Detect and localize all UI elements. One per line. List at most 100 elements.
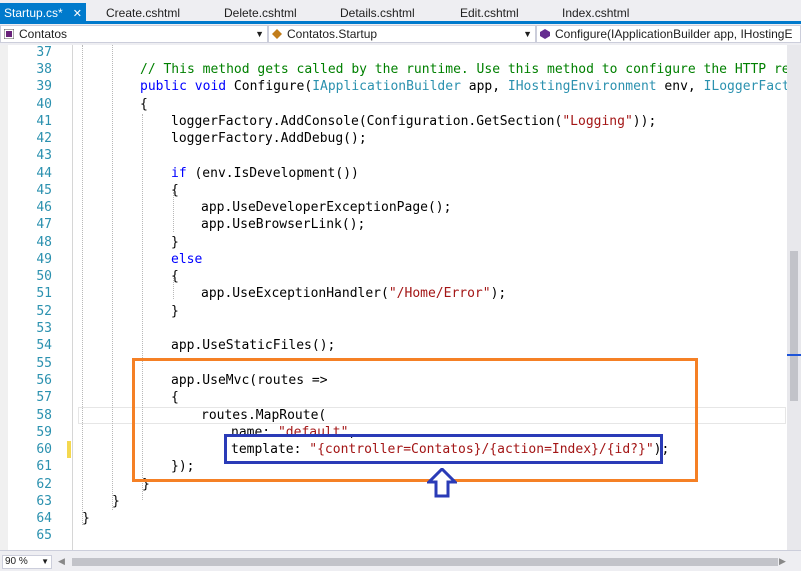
method-icon: [540, 29, 550, 39]
code-token: "/Home/Error": [388, 286, 491, 301]
zoom-dropdown[interactable]: 90 % ▼: [2, 555, 52, 569]
line-number: 41: [36, 114, 52, 129]
scroll-right-icon[interactable]: ▶: [779, 556, 786, 567]
close-icon[interactable]: ✕: [73, 4, 82, 25]
line-number: 39: [36, 79, 52, 94]
code-token: ILoggerFactory: [703, 79, 787, 94]
member-dropdown[interactable]: Configure(IApplicationBuilder app, IHost…: [536, 25, 801, 43]
line-number: 40: [36, 97, 52, 112]
chevron-down-icon: ▼: [41, 557, 49, 566]
code-token: {: [140, 97, 148, 112]
caret-position-marker: [787, 354, 801, 356]
line-number: 56: [36, 373, 52, 388]
code-line: 40 {: [0, 96, 787, 113]
code-text: }: [82, 510, 90, 527]
tab-details-cshtml[interactable]: Details.cshtml: [340, 5, 415, 21]
line-number: 53: [36, 321, 52, 336]
code-text: app.UseBrowserLink();: [201, 216, 365, 233]
horizontal-scrollbar-thumb[interactable]: [72, 558, 778, 566]
line-number: 64: [36, 511, 52, 526]
line-number: 51: [36, 286, 52, 301]
code-line: 43: [0, 147, 787, 164]
line-number: 42: [36, 131, 52, 146]
code-text: if (env.IsDevelopment()): [171, 165, 359, 182]
line-number: 60: [36, 442, 52, 457]
code-token: public: [140, 79, 187, 94]
code-text: app.UseStaticFiles();: [171, 337, 335, 354]
code-token: app,: [460, 79, 508, 94]
blue-highlight-box: [224, 434, 663, 464]
code-token: "Logging": [562, 114, 633, 129]
code-token: loggerFactory.AddConsole(Configuration.G…: [171, 114, 563, 129]
code-text: }: [171, 303, 179, 320]
tab-create-cshtml[interactable]: Create.cshtml: [106, 5, 180, 21]
code-token: (env.IsDevelopment()): [186, 166, 359, 181]
chevron-down-icon: ▼: [255, 29, 264, 39]
line-number: 46: [36, 200, 52, 215]
code-text: else: [171, 251, 202, 268]
code-text: {: [171, 268, 179, 285]
code-text: }: [112, 493, 120, 510]
scrollbar-thumb[interactable]: [790, 251, 798, 401]
code-line: 41 loggerFactory.AddConsole(Configuration…: [0, 113, 787, 130]
code-token: {: [171, 269, 179, 284]
code-token: void: [194, 79, 227, 94]
class-dropdown[interactable]: Contatos.Startup ▼: [268, 25, 536, 43]
code-text: loggerFactory.AddConsole(Configuration.G…: [171, 113, 656, 130]
code-text: public void Configure(IApplicationBuilde…: [140, 78, 787, 95]
code-line: 63}: [0, 493, 787, 510]
code-token: app.UseDeveloperExceptionPage();: [201, 200, 452, 215]
code-line: 48}: [0, 234, 787, 251]
code-token: {: [171, 183, 179, 198]
code-line: 49 else: [0, 251, 787, 268]
class-name: Contatos.Startup: [287, 27, 378, 41]
code-line: 64}: [0, 510, 787, 527]
code-token: }: [82, 511, 90, 526]
line-number: 43: [36, 148, 52, 163]
line-number: 52: [36, 304, 52, 319]
code-token: IHostingEnvironment: [507, 79, 657, 94]
line-number: 59: [36, 425, 52, 440]
tab-label: Details.cshtml: [340, 6, 415, 20]
line-number: 48: [36, 235, 52, 250]
code-token: }: [171, 235, 179, 250]
member-name: Configure(IApplicationBuilder app, IHost…: [555, 27, 793, 41]
code-text: }: [171, 234, 179, 251]
tab-edit-cshtml[interactable]: Edit.cshtml: [460, 5, 519, 21]
code-line: 44 if (env.IsDevelopment()): [0, 165, 787, 182]
horizontal-scrollbar-area: 90 % ▼ ◀ ▶: [0, 550, 801, 571]
tab-startup-cs[interactable]: Startup.cs* ✕: [0, 3, 86, 24]
code-line: 42 loggerFactory.AddDebug();: [0, 130, 787, 147]
navigation-bar: Contatos ▼ Contatos.Startup ▼ Configure(…: [0, 24, 801, 46]
code-line: 47 app.UseBrowserLink();: [0, 216, 787, 233]
tab-label: Create.cshtml: [106, 6, 181, 20]
line-number: 38: [36, 62, 52, 77]
line-number: 54: [36, 338, 52, 353]
code-line: 50 {: [0, 268, 787, 285]
code-line: 65: [0, 527, 787, 544]
tab-delete-cshtml[interactable]: Delete.cshtml: [224, 5, 297, 21]
line-number: 62: [36, 477, 52, 492]
document-tab-strip: Startup.cs* ✕ Create.cshtml Delete.cshtml…: [0, 0, 801, 24]
code-token: );: [490, 286, 507, 301]
code-token: Configure(: [226, 79, 313, 94]
scroll-left-icon[interactable]: ◀: [58, 556, 65, 567]
line-number: 63: [36, 494, 52, 509]
tab-index-cshtml[interactable]: Index.cshtml: [562, 5, 629, 21]
code-token: app.UseBrowserLink();: [201, 217, 366, 232]
code-text: app.UseDeveloperExceptionPage();: [201, 199, 451, 216]
code-line: 37: [0, 45, 787, 61]
code-token: if: [171, 166, 187, 181]
project-dropdown[interactable]: Contatos ▼: [0, 25, 268, 43]
code-token: }: [171, 304, 179, 319]
zoom-level: 90 %: [5, 556, 28, 567]
code-token: // This method gets called by the runtim…: [140, 62, 787, 77]
tab-label: Edit.cshtml: [460, 6, 519, 20]
vertical-scrollbar[interactable]: [787, 45, 801, 550]
code-text: {: [171, 182, 179, 199]
code-text: // This method gets called by the runtim…: [140, 61, 787, 78]
chevron-down-icon: ▼: [523, 29, 532, 39]
line-number: 37: [36, 45, 52, 60]
up-arrow-icon: [427, 468, 457, 498]
code-text: {: [140, 96, 148, 113]
